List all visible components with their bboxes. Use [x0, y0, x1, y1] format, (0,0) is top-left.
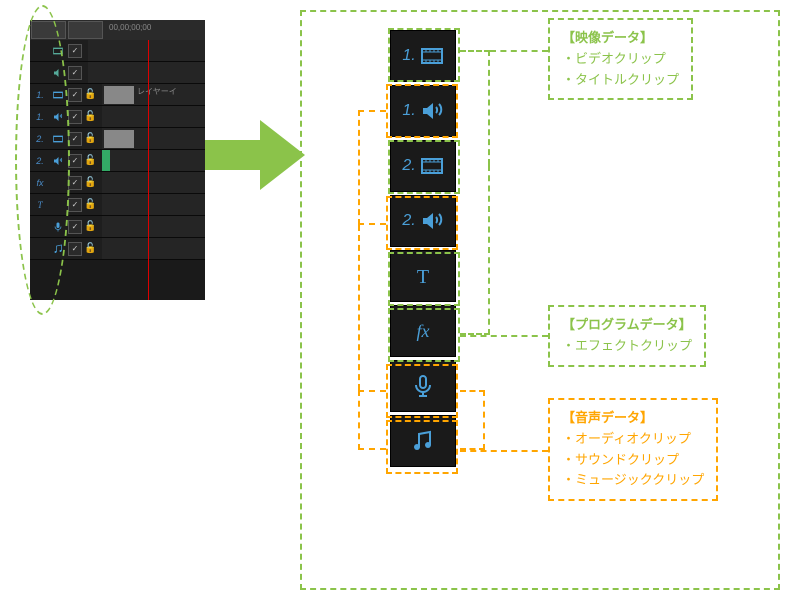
track-number: 1.: [402, 102, 415, 120]
lock-icon[interactable]: 🔓: [84, 111, 98, 122]
lock-icon[interactable]: 🔓: [84, 177, 98, 188]
checkbox[interactable]: ✓: [68, 66, 82, 80]
speaker-icon: [420, 99, 444, 123]
label-line: ・タイトルクリップ: [562, 70, 679, 91]
lock-icon[interactable]: 🔓: [84, 133, 98, 144]
bracket-video-bottom: [460, 165, 490, 335]
connector-fx: [460, 335, 548, 337]
icon-cell-t: T: [390, 250, 456, 302]
lock-icon[interactable]: 🔓: [84, 155, 98, 166]
svg-text:T: T: [417, 266, 429, 288]
clip-label: レイヤーイ: [137, 86, 177, 97]
icon-cell-v1: 1.: [390, 30, 456, 82]
checkbox[interactable]: ✓: [68, 44, 82, 58]
lock-icon[interactable]: 🔓: [84, 221, 98, 232]
label-title: 【プログラムデータ】: [562, 315, 692, 336]
checkbox[interactable]: ✓: [68, 110, 82, 124]
mic-icon: [411, 374, 435, 398]
icon-cell-fx: fx: [390, 305, 456, 357]
bracket-audio-mid: [358, 225, 360, 390]
icon-cell-mic: [390, 360, 456, 412]
connector-video: [490, 50, 548, 52]
checkbox[interactable]: ✓: [68, 242, 82, 256]
clip-thumbnail[interactable]: [104, 130, 134, 148]
checkbox[interactable]: ✓: [68, 198, 82, 212]
playhead[interactable]: [148, 40, 149, 300]
label-audio: 【音声データ】 ・オーディオクリップ ・サウンドクリップ ・ミュージッククリップ: [548, 398, 718, 501]
label-video: 【映像データ】 ・ビデオクリップ ・タイトルクリップ: [548, 18, 693, 100]
icon-cell-a2: 2.: [390, 195, 456, 247]
diagram-frame: [300, 10, 780, 590]
timecode: 00,00;00;00: [104, 20, 156, 40]
bracket-audio-1: [358, 110, 386, 225]
clip-thumbnail[interactable]: [104, 86, 134, 104]
icon-column: 1. 1. 2. 2. T fx: [390, 30, 460, 470]
bracket-audio-right: [460, 390, 485, 450]
highlight-ellipse: [15, 5, 70, 315]
checkbox[interactable]: ✓: [68, 176, 82, 190]
label-program: 【プログラムデータ】 ・エフェクトクリップ: [548, 305, 706, 367]
lock-icon[interactable]: 🔓: [84, 199, 98, 210]
svg-text:fx: fx: [417, 321, 430, 341]
header-tab-2[interactable]: [68, 21, 103, 39]
connector-audio: [460, 450, 548, 452]
track-number: 1.: [402, 47, 415, 65]
speaker-icon: [420, 209, 444, 233]
checkbox[interactable]: ✓: [68, 154, 82, 168]
text-icon: T: [411, 264, 435, 288]
label-line: ・ビデオクリップ: [562, 49, 679, 70]
label-title: 【音声データ】: [562, 408, 704, 429]
film-icon: [420, 154, 444, 178]
arrow-icon: [205, 115, 305, 195]
checkbox[interactable]: ✓: [68, 220, 82, 234]
track-number: 2.: [402, 157, 415, 175]
lock-icon[interactable]: 🔓: [84, 243, 98, 254]
track-number: 2.: [402, 212, 415, 230]
fx-icon: fx: [411, 319, 435, 343]
icon-cell-a1: 1.: [390, 85, 456, 137]
label-line: ・エフェクトクリップ: [562, 336, 692, 357]
checkbox[interactable]: ✓: [68, 88, 82, 102]
icon-cell-v2: 2.: [390, 140, 456, 192]
icon-cell-music: [390, 415, 456, 467]
bracket-video-top: [460, 50, 490, 165]
film-icon: [420, 44, 444, 68]
label-line: ・サウンドクリップ: [562, 450, 704, 471]
label-line: ・ミュージッククリップ: [562, 470, 704, 491]
label-title: 【映像データ】: [562, 28, 679, 49]
lock-icon[interactable]: 🔓: [84, 89, 98, 100]
checkbox[interactable]: ✓: [68, 132, 82, 146]
music-icon: [411, 429, 435, 453]
label-line: ・オーディオクリップ: [562, 429, 704, 450]
bracket-audio-2: [358, 390, 386, 450]
